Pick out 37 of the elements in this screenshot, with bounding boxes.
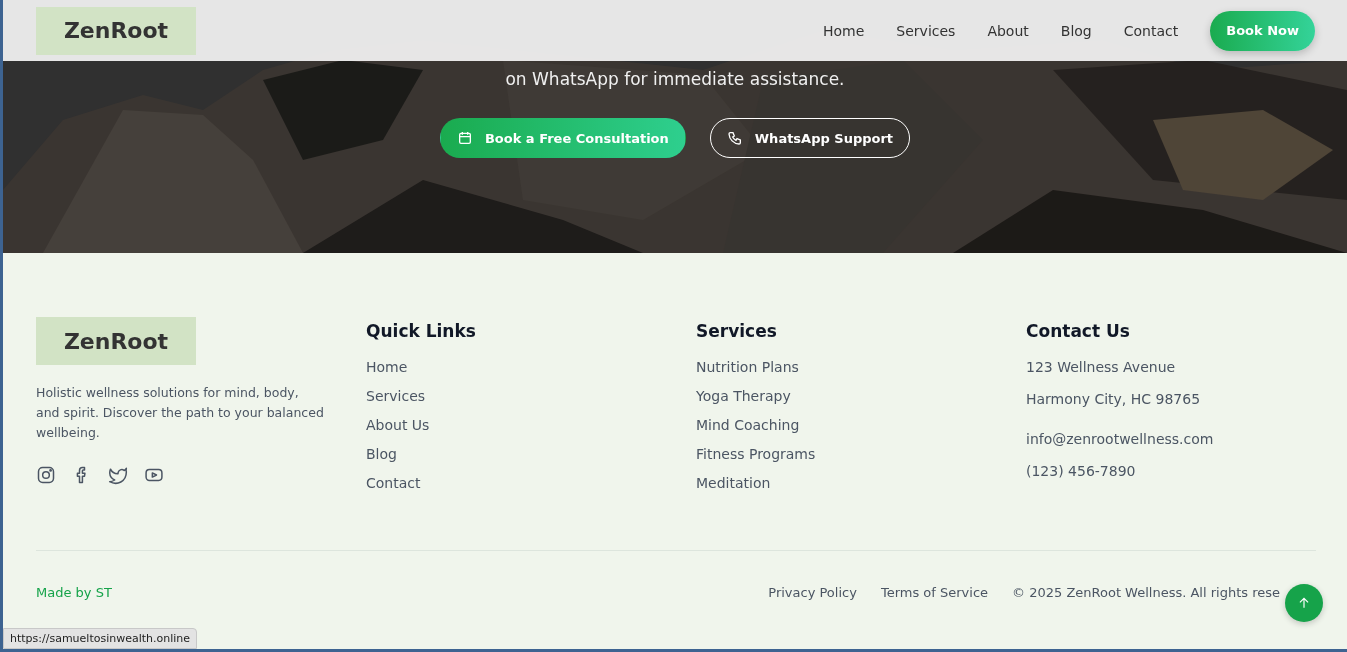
credit-text: Made by ST (36, 585, 112, 600)
logo[interactable]: ZenRoot (36, 6, 196, 55)
scroll-top-button[interactable] (1285, 584, 1323, 622)
nav-link[interactable]: Home (823, 22, 865, 39)
footer-link[interactable]: Mind Coaching (696, 417, 986, 433)
about-text: Holistic wellness solutions for mind, body, and spirit. Discover the path to your balanced wellbeing. (36, 384, 325, 442)
footer-link[interactable]: About Us (366, 417, 656, 433)
status-url: https://samueltosinwealth.online (3, 628, 198, 649)
footer-link[interactable]: Fitness Programs (696, 446, 986, 462)
footer-logo[interactable]: ZenRoot (36, 317, 196, 365)
footer-link[interactable]: Nutrition Plans (696, 359, 986, 375)
email-text: info@zenrootwellness.com (1026, 431, 1215, 447)
legal-link[interactable]: Terms of Service (880, 585, 989, 600)
hero-subtitle: on WhatsApp for immediate assistance. (505, 68, 845, 90)
phone-text: (123) 456-7890 (1026, 463, 1137, 479)
footer-link[interactable]: Blog (366, 446, 656, 462)
instagram-icon[interactable] (36, 465, 56, 485)
nav-link[interactable]: About (987, 22, 1029, 39)
phone-icon (726, 130, 743, 146)
legal-link[interactable]: Privacy Policy (768, 585, 857, 600)
column-heading: Contact Us (1026, 321, 1131, 341)
address-line: 123 Wellness Avenue (1026, 359, 1177, 375)
calendar-icon (456, 130, 473, 146)
column-heading: Services (696, 321, 778, 341)
arrow-up-icon (1297, 596, 1311, 610)
twitter-icon[interactable] (108, 465, 128, 485)
address-line: Harmony City, HC 98765 (1026, 391, 1202, 407)
nav-link[interactable]: Services (896, 22, 956, 39)
column-heading: Quick Links (366, 321, 477, 341)
footer-link[interactable]: Services (366, 388, 656, 404)
footer-link[interactable]: Contact (366, 475, 656, 491)
footer-link[interactable]: Home (366, 359, 656, 375)
footer-link[interactable]: Yoga Therapy (696, 388, 986, 404)
footer-link[interactable]: Meditation (696, 475, 986, 491)
nav-link[interactable]: Blog (1060, 22, 1092, 39)
nav-link[interactable]: Contact (1123, 22, 1179, 39)
copyright-text: © 2025 ZenRoot Wellness. All rights rese (1012, 585, 1280, 600)
